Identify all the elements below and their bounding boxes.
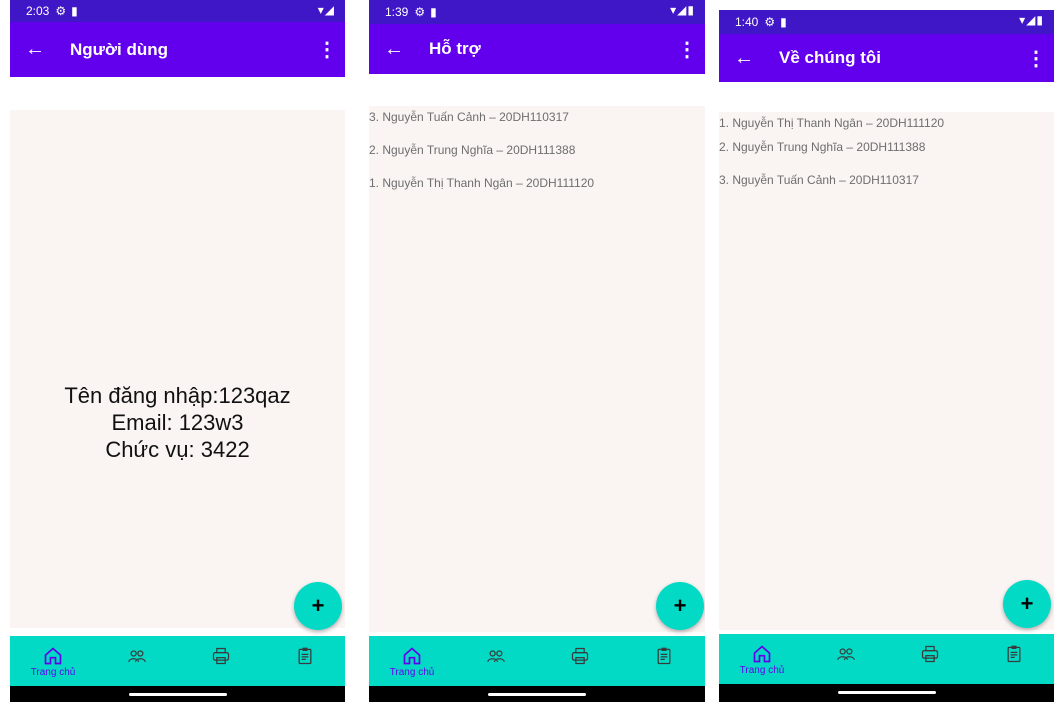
printer-icon — [921, 645, 939, 663]
status-time: 2:03 — [26, 4, 50, 18]
gesture-bar — [369, 686, 705, 702]
phone-screen-users: 2:03 ⚙ ▮ ▾◢ ← Người dùng ⋮ Tên đăng nhập… — [10, 0, 345, 702]
users-icon — [487, 650, 505, 663]
settings-icon: ⚙ — [55, 4, 67, 18]
more-vert-icon[interactable]: ⋮ — [315, 37, 339, 62]
clipboard-icon — [298, 647, 312, 665]
nav-item-users[interactable] — [816, 634, 876, 684]
phone-screen-support: 1:39 ⚙ ▮ ▾◢▮ ← Hỗ trợ ⋮ 3. Nguyễn Tuấn C… — [369, 0, 705, 702]
sd-card-icon: ▮ — [430, 5, 437, 19]
nav-item-print[interactable] — [191, 636, 251, 686]
clipboard-icon — [657, 647, 671, 665]
nav-item-users[interactable] — [466, 636, 526, 686]
list-item: 3. Nguyễn Tuấn Cảnh – 20DH110317 — [719, 173, 919, 187]
nav-item-home[interactable]: Trang chủ — [23, 636, 83, 686]
nav-item-home[interactable]: Trang chủ — [732, 634, 792, 684]
clipboard-icon — [1007, 645, 1021, 663]
status-bar: 2:03 ⚙ ▮ ▾◢ — [10, 0, 345, 22]
content-area: Tên đăng nhập:123qaz Email: 123w3 Chức v… — [10, 110, 345, 628]
gesture-bar — [719, 684, 1054, 702]
nav-label-home: Trang chủ — [389, 667, 435, 678]
nav-label-home: Trang chủ — [739, 665, 785, 676]
back-arrow-icon[interactable]: ← — [719, 47, 769, 70]
bottom-navigation: Trang chủ — [369, 636, 705, 686]
sd-card-icon: ▮ — [71, 4, 78, 18]
app-bar: ← Về chúng tôi ⋮ — [719, 34, 1054, 82]
list-item: 2. Nguyễn Trung Nghĩa – 20DH111388 — [719, 140, 926, 154]
home-handle[interactable] — [837, 691, 936, 694]
sd-card-icon: ▮ — [780, 15, 787, 29]
content-area: 3. Nguyễn Tuấn Cảnh – 20DH110317 2. Nguy… — [369, 106, 705, 632]
printer-icon — [571, 647, 589, 665]
username-text: Tên đăng nhập:123qaz — [64, 383, 291, 408]
add-fab-button[interactable]: + — [294, 582, 342, 630]
role-text: Chức vụ: 3422 — [105, 437, 250, 462]
signal-icon: ▾◢▮ — [1019, 13, 1044, 27]
back-arrow-icon[interactable]: ← — [10, 38, 60, 61]
status-bar: 1:39 ⚙ ▮ ▾◢▮ — [369, 0, 705, 24]
home-handle[interactable] — [128, 693, 227, 696]
email-text: Email: 123w3 — [111, 410, 244, 435]
nav-item-clipboard[interactable] — [275, 636, 335, 686]
app-bar: ← Hỗ trợ ⋮ — [369, 24, 705, 74]
more-vert-icon[interactable]: ⋮ — [1024, 46, 1048, 71]
nav-item-print[interactable] — [550, 636, 610, 686]
list-item: 1. Nguyễn Thị Thanh Ngân – 20DH111120 — [369, 176, 595, 190]
page-title: Về chúng tôi — [779, 48, 881, 67]
page-title: Hỗ trợ — [429, 39, 481, 58]
settings-icon: ⚙ — [764, 15, 776, 29]
nav-item-home[interactable]: Trang chủ — [382, 636, 442, 686]
nav-label-home: Trang chủ — [30, 667, 76, 678]
list-item: 3. Nguyễn Tuấn Cảnh – 20DH110317 — [369, 110, 569, 124]
user-info: Tên đăng nhập:123qaz Email: 123w3 Chức v… — [10, 382, 345, 463]
gesture-bar — [10, 686, 345, 702]
add-fab-button[interactable]: + — [656, 582, 704, 630]
status-bar: 1:40 ⚙ ▮ ▾◢▮ — [719, 10, 1054, 34]
back-arrow-icon[interactable]: ← — [369, 38, 419, 61]
status-time: 1:40 — [735, 15, 759, 29]
bottom-navigation: Trang chủ — [719, 634, 1054, 684]
signal-icon: ▾◢▮ — [670, 3, 695, 17]
list-item: 2. Nguyễn Trung Nghĩa – 20DH111388 — [369, 143, 576, 157]
app-bar: ← Người dùng ⋮ — [10, 22, 345, 77]
home-icon — [753, 645, 771, 663]
printer-icon — [212, 647, 230, 665]
nav-item-print[interactable] — [900, 634, 960, 684]
home-icon — [403, 647, 421, 665]
nav-item-clipboard[interactable] — [984, 634, 1044, 684]
status-time: 1:39 — [385, 5, 409, 19]
home-handle[interactable] — [488, 693, 586, 696]
nav-item-clipboard[interactable] — [634, 636, 694, 686]
phone-screen-about: 1:40 ⚙ ▮ ▾◢▮ ← Về chúng tôi ⋮ 1. Nguyễn … — [719, 0, 1054, 702]
users-icon — [837, 648, 855, 661]
users-icon — [128, 650, 146, 663]
page-title: Người dùng — [70, 39, 169, 59]
content-area: 1. Nguyễn Thị Thanh Ngân – 20DH111120 2.… — [719, 112, 1054, 630]
settings-icon: ⚙ — [414, 5, 426, 19]
bottom-navigation: Trang chủ — [10, 636, 345, 686]
signal-icon: ▾◢ — [317, 3, 335, 17]
add-fab-button[interactable]: + — [1003, 580, 1051, 628]
list-item: 1. Nguyễn Thị Thanh Ngân – 20DH111120 — [719, 116, 945, 130]
more-vert-icon[interactable]: ⋮ — [675, 37, 699, 62]
home-icon — [44, 647, 62, 665]
nav-item-users[interactable] — [107, 636, 167, 686]
